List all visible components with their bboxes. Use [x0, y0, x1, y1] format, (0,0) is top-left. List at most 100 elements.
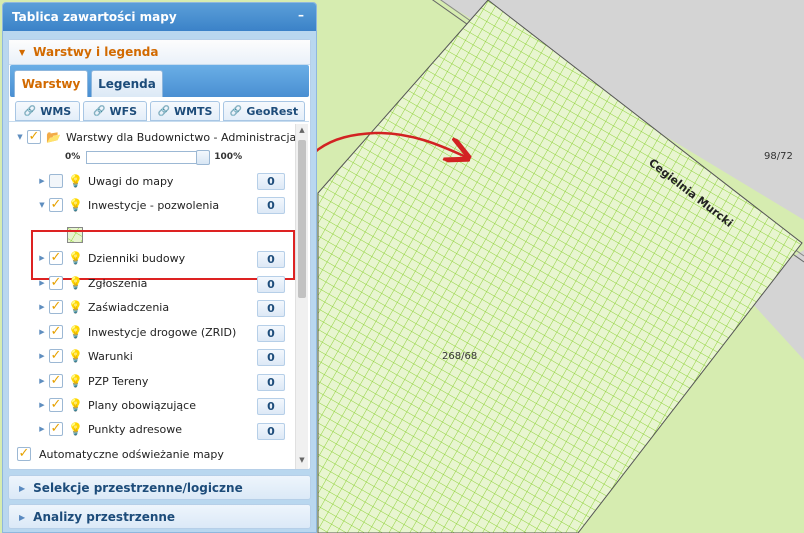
- root-group-label: Warstwy dla Budownictwo - Administracja: [65, 130, 297, 144]
- auto-refresh-checkbox[interactable]: ✓: [17, 447, 31, 461]
- layer-row-inwestycje: ▼ ✓ 💡 Inwestycje - pozwolenia: [37, 196, 219, 214]
- layer-checkbox[interactable]: ✓: [49, 251, 63, 265]
- main-tabbar: Warstwy Legenda: [10, 65, 309, 97]
- layer-count-badge[interactable]: 0: [257, 276, 285, 293]
- layer-label: Uwagi do mapy: [87, 174, 174, 188]
- layer-label: Dzienniki budowy: [87, 251, 186, 265]
- selections-section-header[interactable]: ▶ Selekcje przestrzenne/logiczne: [9, 476, 310, 500]
- lightbulb-icon: 💡: [68, 349, 83, 363]
- layer-checkbox[interactable]: [49, 174, 63, 188]
- tab-georest[interactable]: 🔗 GeoRest: [223, 101, 305, 121]
- scrollbar-thumb[interactable]: [298, 140, 306, 298]
- layer-count-badge[interactable]: 0: [257, 173, 285, 190]
- collapsed-triangle-icon: ▶: [19, 483, 26, 493]
- layer-checkbox[interactable]: ✓: [49, 276, 63, 290]
- tab-layers[interactable]: Warstwy: [14, 70, 88, 97]
- scroll-down-icon[interactable]: ▼: [297, 456, 307, 466]
- layer-label: Zgłoszenia: [87, 276, 148, 290]
- layer-label: Inwestycje - pozwolenia: [87, 198, 220, 212]
- layer-row: ▶ ✓ 💡 Plany obowiązujące: [37, 396, 196, 414]
- layer-label: PZP Tereny: [87, 374, 149, 388]
- layer-checkbox[interactable]: ✓: [49, 198, 63, 212]
- tab-wfs-label: WFS: [109, 104, 138, 118]
- selections-section[interactable]: ▶ Selekcje przestrzenne/logiczne: [8, 475, 311, 500]
- lightbulb-icon: 💡: [68, 251, 83, 265]
- layer-checkbox[interactable]: ✓: [49, 325, 63, 339]
- expanded-triangle-icon: ▼: [19, 47, 26, 57]
- lightbulb-icon: 💡: [68, 174, 83, 188]
- analyses-section-header[interactable]: ▶ Analizy przestrzenne: [9, 505, 310, 529]
- opacity-max-label: 100%: [214, 152, 243, 162]
- collapse-triangle-icon[interactable]: ▼: [15, 133, 25, 141]
- tab-wms-label: WMS: [40, 104, 72, 118]
- lightbulb-icon: 💡: [68, 198, 83, 212]
- layers-section-header[interactable]: ▼ Warstwy i legenda: [9, 40, 310, 65]
- layer-checkbox[interactable]: ✓: [49, 300, 63, 314]
- map-contents-panel: Tablica zawartości mapy – ▼ Warstwy i le…: [2, 2, 317, 533]
- layer-checkbox[interactable]: ✓: [49, 398, 63, 412]
- layer-count-badge[interactable]: 0: [257, 325, 285, 342]
- layer-count-badge[interactable]: 0: [257, 374, 285, 391]
- layer-count-badge[interactable]: 0: [257, 349, 285, 366]
- link-icon: 🔗: [157, 105, 170, 117]
- layer-tree: ▼ ✓ 📂 Warstwy dla Budownictwo - Administ…: [9, 121, 309, 472]
- tab-wfs[interactable]: 🔗 WFS: [83, 101, 147, 121]
- layer-row: ▶ ✓ 💡 Dzienniki budowy: [37, 249, 185, 267]
- opacity-slider[interactable]: [86, 149, 211, 165]
- expand-triangle-icon[interactable]: ▶: [37, 279, 47, 287]
- folder-icon: 📂: [46, 130, 61, 144]
- lightbulb-icon: 💡: [68, 300, 83, 314]
- auto-refresh-label: Automatyczne odświeżanie mapy: [39, 447, 224, 461]
- expand-triangle-icon[interactable]: ▶: [37, 328, 47, 336]
- layers-section-title: Warstwy i legenda: [33, 45, 159, 59]
- layers-legend-section: ▼ Warstwy i legenda Warstwy Legenda 🔗 WMS…: [8, 39, 311, 470]
- layer-count-badge[interactable]: 0: [257, 398, 285, 415]
- layer-label: Inwestycje drogowe (ZRID): [87, 325, 237, 339]
- lightbulb-icon: 💡: [68, 325, 83, 339]
- root-group-row: ▼ ✓ 📂 Warstwy dla Budownictwo - Administ…: [15, 128, 296, 146]
- layer-row: ▶ ✓ 💡 Warunki: [37, 347, 133, 365]
- auto-refresh-row: ✓ Automatyczne odświeżanie mapy: [17, 447, 224, 461]
- layer-label: Punkty adresowe: [87, 422, 183, 436]
- layer-count-badge[interactable]: 0: [257, 300, 285, 317]
- collapse-triangle-icon[interactable]: ▼: [37, 201, 47, 209]
- expand-triangle-icon[interactable]: ▶: [37, 254, 47, 262]
- layer-row: ▶ ✓ 💡 PZP Tereny: [37, 372, 148, 390]
- layer-checkbox[interactable]: ✓: [49, 422, 63, 436]
- layer-tree-scrollbar[interactable]: ▲ ▼: [295, 124, 308, 469]
- analyses-section[interactable]: ▶ Analizy przestrzenne: [8, 504, 311, 529]
- expand-triangle-icon[interactable]: ▶: [37, 177, 47, 185]
- scroll-up-icon[interactable]: ▲: [297, 126, 307, 136]
- expand-triangle-icon[interactable]: ▶: [37, 425, 47, 433]
- expand-triangle-icon[interactable]: ▶: [37, 352, 47, 360]
- layer-row: ▶ ✓ 💡 Zaświadczenia: [37, 298, 169, 316]
- layer-count-badge[interactable]: 0: [257, 423, 285, 440]
- layer-checkbox[interactable]: ✓: [49, 374, 63, 388]
- tab-wmts-label: WMTS: [173, 104, 213, 118]
- expand-triangle-icon[interactable]: ▶: [37, 401, 47, 409]
- parcel-label-268-68: 268/68: [442, 351, 477, 362]
- selections-section-title: Selekcje przestrzenne/logiczne: [33, 481, 243, 495]
- tab-wmts[interactable]: 🔗 WMTS: [150, 101, 220, 121]
- layer-count-badge[interactable]: 0: [257, 251, 285, 268]
- opacity-min-label: 0%: [65, 152, 81, 162]
- root-group-checkbox[interactable]: ✓: [27, 130, 41, 144]
- link-icon: 🔗: [92, 105, 106, 117]
- layer-count-badge[interactable]: 0: [257, 197, 285, 214]
- layer-row: ▶ ✓ 💡 Inwestycje drogowe (ZRID): [37, 323, 236, 341]
- layer-row: ▶ ✓ 💡 Punkty adresowe: [37, 420, 182, 438]
- tab-legend[interactable]: Legenda: [91, 70, 163, 97]
- parcel-label-98-72: 98/72: [764, 151, 793, 162]
- link-icon: 🔗: [229, 105, 243, 117]
- opacity-slider-handle[interactable]: [196, 149, 211, 165]
- tab-wms[interactable]: 🔗 WMS: [15, 101, 80, 121]
- lightbulb-icon: 💡: [68, 422, 83, 436]
- expand-triangle-icon[interactable]: ▶: [37, 377, 47, 385]
- collapsed-triangle-icon: ▶: [19, 512, 26, 522]
- expand-triangle-icon[interactable]: ▶: [37, 303, 47, 311]
- minimize-icon[interactable]: –: [294, 8, 308, 22]
- analyses-section-title: Analizy przestrzenne: [33, 510, 176, 524]
- lightbulb-icon: 💡: [68, 374, 83, 388]
- layer-row: ▶ ✓ 💡 Zgłoszenia: [37, 274, 147, 292]
- layer-checkbox[interactable]: ✓: [49, 349, 63, 363]
